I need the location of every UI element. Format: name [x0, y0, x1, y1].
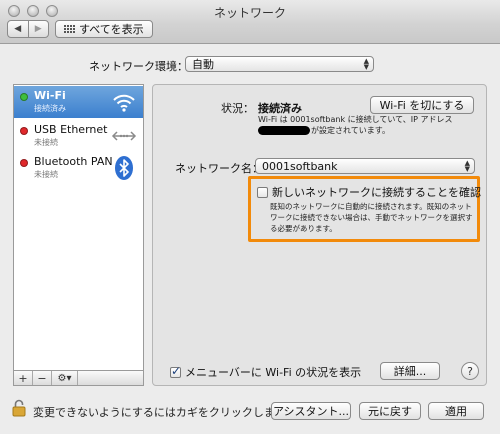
back-forward-control: ◀ ▶	[7, 20, 49, 38]
status-description-2: が設定されています。	[258, 125, 390, 136]
revert-button[interactable]: 元に戻す	[359, 402, 421, 420]
ask-to-join-description: 既知のネットワークに自動的に接続されます。既知のネット ワークに接続できない場合…	[270, 202, 473, 233]
add-service-button[interactable]: +	[14, 371, 33, 385]
lock-icon[interactable]	[12, 399, 26, 417]
turn-wifi-off-button[interactable]: Wi-Fi を切にする	[370, 96, 474, 114]
remove-service-button[interactable]: −	[33, 371, 52, 385]
service-name: USB Ethernet	[34, 123, 108, 136]
lock-instruction: 変更できないようにするにはカギをクリックします。	[33, 406, 296, 419]
grid-icon	[64, 25, 75, 33]
network-preferences-window: ネットワーク ◀ ▶ すべてを表示 ネットワーク環境： 自動 ▲ ▼ Wi-Fi …	[0, 0, 500, 434]
ask-to-join-row[interactable]: 新しいネットワークに接続することを確認	[257, 184, 481, 200]
service-status: 未接続	[34, 170, 58, 179]
service-name: Wi-Fi	[34, 89, 66, 102]
ask-to-join-checkbox[interactable]	[257, 186, 268, 198]
forward-arrow-icon[interactable]: ▶	[27, 21, 49, 37]
show-all-label: すべてを表示	[79, 23, 144, 36]
status-dot-icon	[20, 159, 28, 167]
status-dot-icon	[20, 127, 28, 135]
help-button[interactable]: ?	[461, 362, 479, 380]
ask-to-join-label: 新しいネットワークに接続することを確認	[272, 186, 481, 199]
service-item-bluetooth-pan[interactable]: Bluetooth PAN 未接続	[14, 152, 143, 184]
show-all-button[interactable]: すべてを表示	[55, 20, 153, 38]
network-name-value: 0001softbank	[262, 159, 338, 173]
status-label: 状況：	[221, 102, 254, 115]
status-description: Wi-Fi は 0001softbank に接続していて、IP アドレス	[258, 115, 453, 124]
location-value: 自動	[192, 58, 214, 71]
location-popup[interactable]: 自動 ▲ ▼	[185, 56, 374, 72]
updown-arrows-icon: ▲ ▼	[464, 159, 470, 173]
redacted-ip	[258, 126, 310, 135]
back-arrow-icon[interactable]: ◀	[8, 21, 28, 37]
status-dot-icon	[20, 93, 28, 101]
service-list[interactable]: Wi-Fi 接続済み USB Ethernet 未接続 Bluetooth PA…	[13, 84, 144, 371]
wifi-icon	[113, 94, 135, 112]
ethernet-icon	[111, 131, 137, 141]
network-name-popup[interactable]: 0001softbank ▲ ▼	[255, 158, 475, 174]
service-name: Bluetooth PAN	[34, 155, 113, 168]
menubar-status-checkbox[interactable]	[170, 364, 181, 378]
apply-button[interactable]: 適用	[428, 402, 484, 420]
service-list-toolbar: + − ⚙▾	[13, 371, 144, 386]
network-name-label: ネットワーク名：	[175, 162, 263, 175]
bluetooth-icon	[115, 156, 133, 180]
window-title: ネットワーク	[213, 6, 286, 20]
menubar-status-row[interactable]: メニューバーに Wi-Fi の状況を表示	[170, 364, 361, 380]
menubar-status-label: メニューバーに Wi-Fi の状況を表示	[185, 366, 362, 379]
advanced-button[interactable]: 詳細...	[380, 362, 440, 380]
title-bar: ネットワーク ◀ ▶ すべてを表示	[0, 0, 500, 44]
service-status: 接続済み	[34, 104, 66, 113]
gear-icon[interactable]: ⚙▾	[52, 371, 78, 385]
service-item-wifi[interactable]: Wi-Fi 接続済み	[14, 86, 143, 118]
service-status: 未接続	[34, 138, 58, 147]
assistant-button[interactable]: アシスタント...	[271, 402, 351, 420]
service-item-usb-ethernet[interactable]: USB Ethernet 未接続	[14, 120, 143, 152]
updown-arrows-icon: ▲ ▼	[363, 57, 369, 71]
location-label: ネットワーク環境：	[89, 60, 188, 73]
